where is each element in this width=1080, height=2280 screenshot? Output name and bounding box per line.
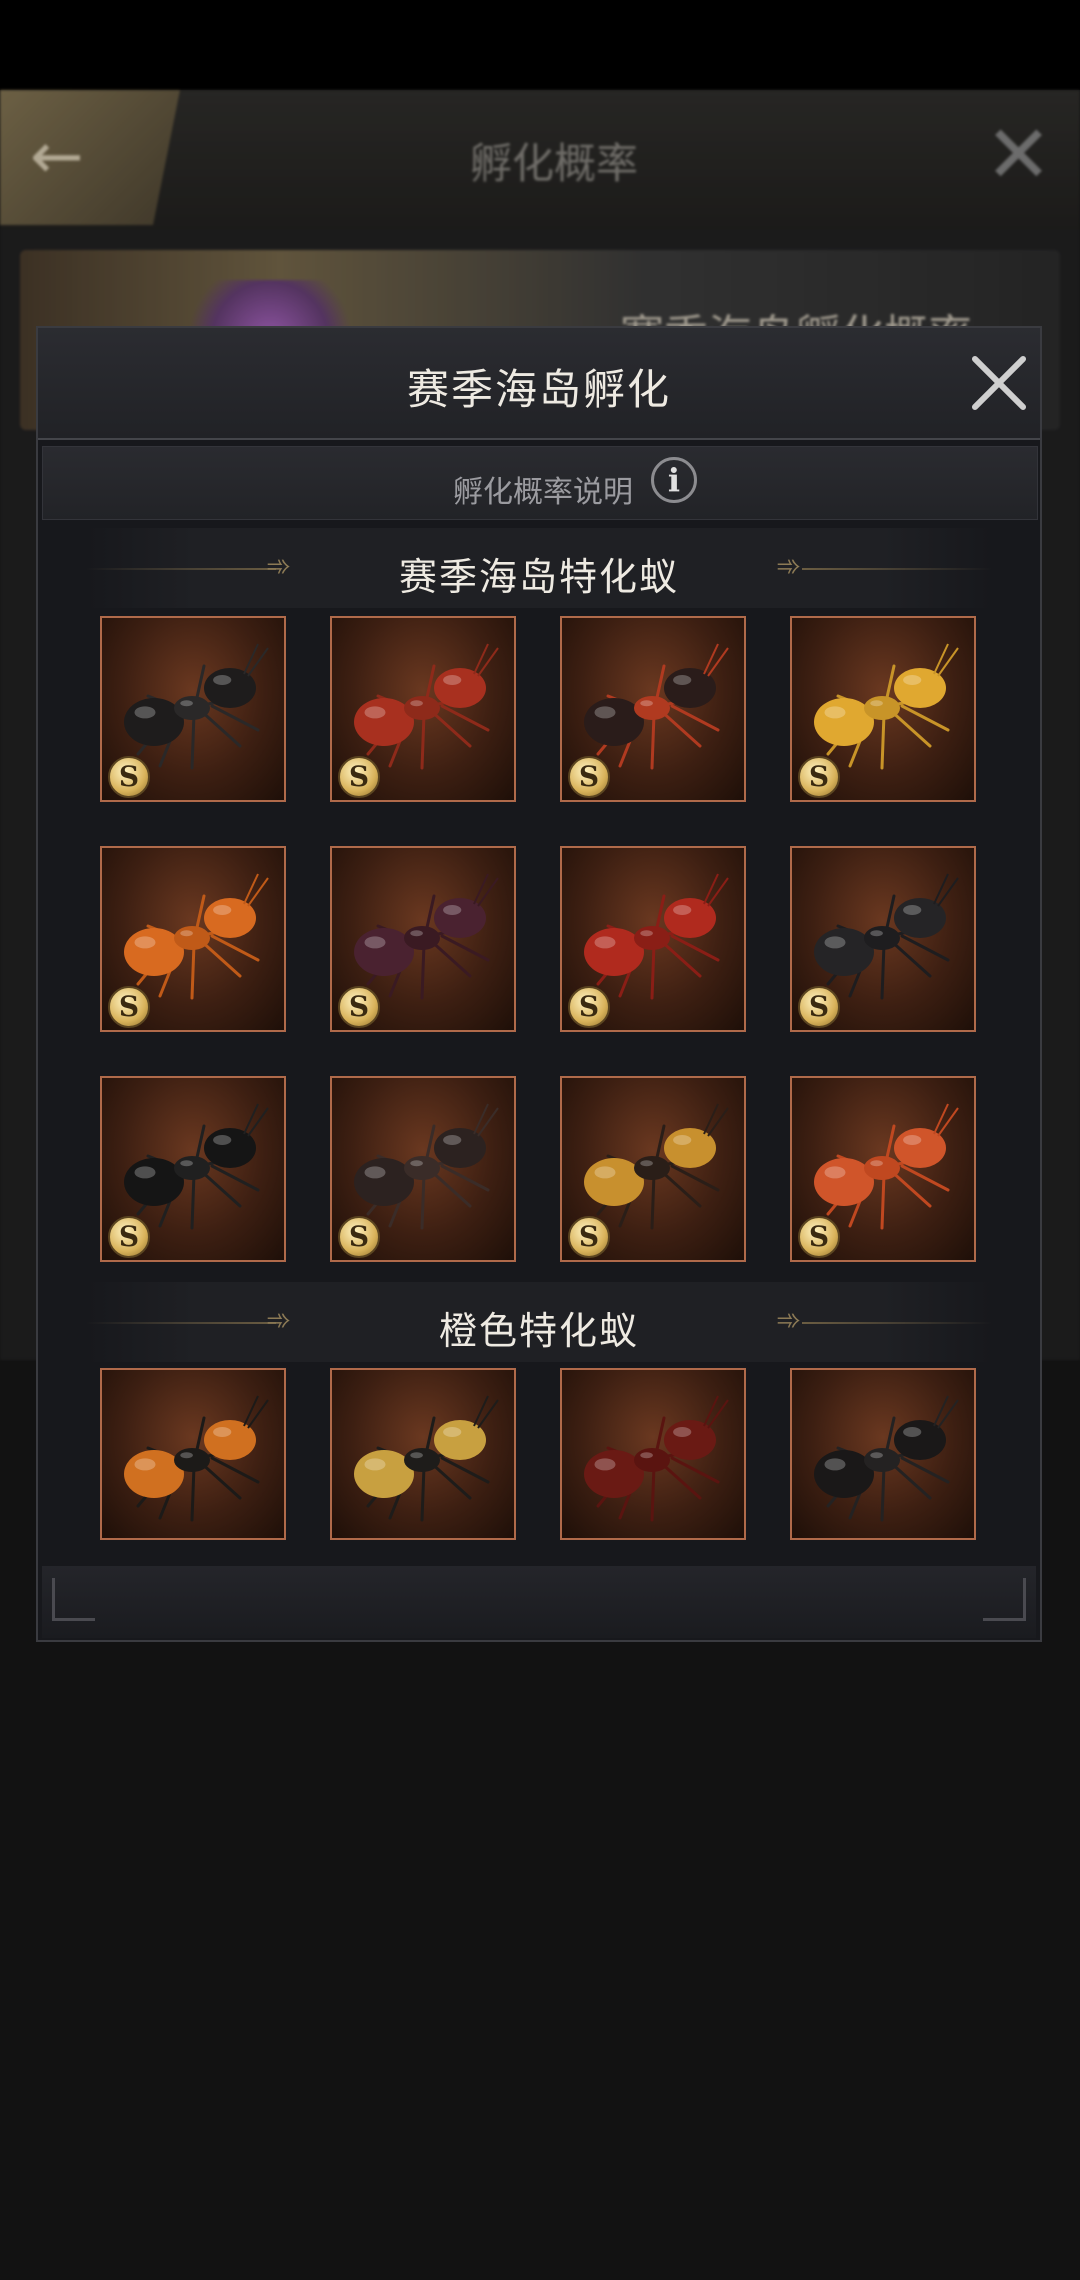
ant-image xyxy=(124,1395,269,1522)
info-icon[interactable]: i xyxy=(651,457,697,503)
season-badge-icon: S xyxy=(338,756,380,798)
season-badge-icon: S xyxy=(568,1216,610,1258)
season-badge-icon: S xyxy=(798,756,840,798)
modal-title: 赛季海岛孵化 xyxy=(406,365,671,414)
ant-image xyxy=(354,1395,499,1522)
ant-card-orange-ant[interactable]: S xyxy=(100,846,286,1032)
season-badge-icon: S xyxy=(568,756,610,798)
ant-card-amber-ant[interactable]: S xyxy=(560,1076,746,1262)
ant-card-red-ant[interactable]: S xyxy=(330,616,516,802)
leaf-ornament-icon: ➾ xyxy=(776,1303,802,1338)
section-title: 橙色特化蚁 xyxy=(438,1309,639,1353)
background-close-icon[interactable]: ✕ xyxy=(985,115,1052,195)
divider-line xyxy=(802,1322,992,1324)
background-header: ← 孵化概率 ✕ xyxy=(0,90,1080,230)
section-header-season: ➾ 赛季海岛特化蚁 ➾ xyxy=(86,528,992,608)
season-badge-icon: S xyxy=(108,756,150,798)
probability-bar[interactable]: 孵化概率说明 i xyxy=(42,446,1038,520)
season-badge-icon: S xyxy=(108,1216,150,1258)
season-badge-icon: S xyxy=(108,986,150,1028)
corner-ornament-icon xyxy=(52,1578,95,1621)
ant-card-slim-black-ant[interactable] xyxy=(790,1368,976,1540)
ant-card-dark-ant[interactable]: S xyxy=(790,846,976,1032)
corner-ornament-icon xyxy=(983,1578,1026,1621)
ant-card-red-black-ant[interactable]: S xyxy=(560,616,746,802)
leaf-ornament-icon: ➾ xyxy=(776,549,802,584)
background-title: 孵化概率 xyxy=(470,139,639,188)
close-icon[interactable] xyxy=(970,354,1028,412)
ant-image xyxy=(584,1395,729,1522)
ant-card-maroon-ant[interactable] xyxy=(560,1368,746,1540)
season-badge-icon: S xyxy=(798,986,840,1028)
ant-card-orange-black-ant[interactable] xyxy=(100,1368,286,1540)
ant-card-yellow-ant[interactable]: S xyxy=(790,616,976,802)
divider-line xyxy=(802,568,992,570)
season-badge-icon: S xyxy=(568,986,610,1028)
ant-card-rust-ant[interactable]: S xyxy=(790,1076,976,1262)
season-badge-icon: S xyxy=(798,1216,840,1258)
ant-card-gold-black-ant[interactable] xyxy=(330,1368,516,1540)
ant-card-crimson-ant[interactable]: S xyxy=(560,846,746,1032)
probability-label: 孵化概率说明 xyxy=(453,475,633,510)
season-badge-icon: S xyxy=(338,986,380,1028)
hatch-modal: 赛季海岛孵化 孵化概率说明 i ➾ 赛季海岛特化蚁 ➾ S S S S S S … xyxy=(36,326,1042,1642)
status-bar xyxy=(0,0,1080,90)
back-arrow-icon: ← xyxy=(30,120,84,194)
back-button[interactable]: ← xyxy=(0,90,180,225)
modal-header: 赛季海岛孵化 xyxy=(38,328,1040,440)
season-badge-icon: S xyxy=(338,1216,380,1258)
ant-card-black-ant[interactable]: S xyxy=(100,616,286,802)
ant-image xyxy=(814,1395,959,1522)
ant-card-purple-black-ant[interactable]: S xyxy=(330,846,516,1032)
section-title: 赛季海岛特化蚁 xyxy=(398,555,679,599)
section-header-orange: ➾ 橙色特化蚁 ➾ xyxy=(86,1282,992,1362)
ant-card-brown-black-ant[interactable]: S xyxy=(330,1076,516,1262)
ant-card-glossy-black-ant[interactable]: S xyxy=(100,1076,286,1262)
modal-footer xyxy=(42,1566,1036,1638)
